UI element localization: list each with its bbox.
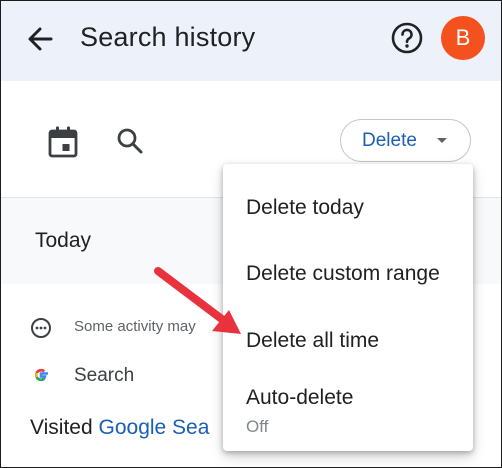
menu-item-delete-today[interactable]: Delete today bbox=[223, 164, 473, 244]
back-arrow-icon bbox=[28, 27, 53, 51]
menu-item-label: Auto-delete bbox=[246, 386, 354, 409]
search-icon bbox=[117, 128, 143, 154]
google-g-icon bbox=[34, 368, 48, 382]
visited-link[interactable]: Google Sea bbox=[99, 416, 210, 439]
menu-item-label: Delete custom range bbox=[246, 262, 440, 285]
product-label: Search bbox=[74, 365, 135, 386]
menu-item-sublabel: Off bbox=[246, 417, 269, 436]
menu-item-label: Delete all time bbox=[246, 329, 380, 352]
section-title: Today bbox=[35, 229, 92, 252]
page-title: Search history bbox=[80, 22, 256, 52]
back-button[interactable] bbox=[23, 21, 59, 57]
info-icon bbox=[31, 318, 51, 338]
menu-item-auto-delete[interactable]: Auto-delete Off bbox=[223, 376, 473, 451]
avatar[interactable]: B bbox=[441, 16, 485, 60]
menu-item-delete-custom-range[interactable]: Delete custom range bbox=[223, 244, 473, 310]
chevron-down-icon bbox=[437, 138, 447, 143]
screen: Search history B Delete Today Some activ… bbox=[0, 0, 502, 468]
visited-prefix: Visited bbox=[30, 416, 99, 439]
calendar-icon bbox=[48, 126, 78, 158]
delete-menu: Delete today Delete custom range Delete … bbox=[223, 164, 473, 451]
search-button[interactable] bbox=[114, 125, 146, 157]
delete-button-label: Delete bbox=[362, 130, 417, 151]
help-button[interactable] bbox=[390, 21, 424, 55]
date-filter-button[interactable] bbox=[47, 125, 79, 159]
help-icon bbox=[391, 22, 423, 54]
activity-notice: Some activity may bbox=[74, 318, 196, 335]
app-bar: Search history B bbox=[1, 1, 501, 81]
menu-item-label: Delete today bbox=[246, 196, 364, 219]
delete-dropdown-button[interactable]: Delete bbox=[340, 119, 471, 162]
visited-entry: Visited Google Sea bbox=[30, 416, 209, 440]
menu-item-delete-all-time[interactable]: Delete all time bbox=[223, 310, 473, 376]
